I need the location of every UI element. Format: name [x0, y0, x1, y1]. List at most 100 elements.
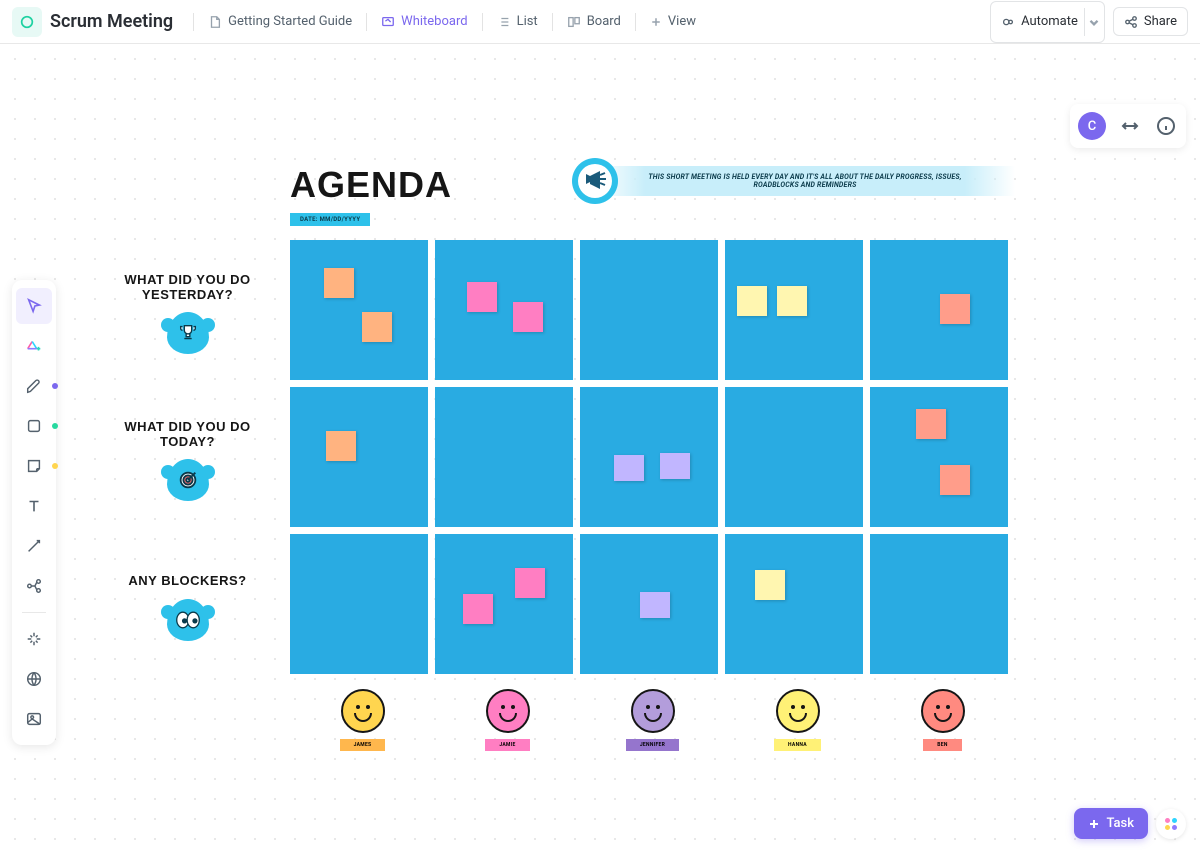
- megaphone-icon: [570, 156, 620, 206]
- tool-ai-sparkle[interactable]: [16, 621, 52, 657]
- grid-cell[interactable]: [725, 534, 863, 674]
- grid-cell[interactable]: [290, 387, 428, 527]
- grid-cell[interactable]: [290, 534, 428, 674]
- grid-cell[interactable]: [870, 387, 1008, 527]
- grid-cell[interactable]: [580, 387, 718, 527]
- date-tag[interactable]: DATE: MM/DD/YYYY: [290, 213, 370, 226]
- sticky-note[interactable]: [755, 570, 785, 600]
- folder-icon[interactable]: [12, 7, 42, 37]
- trophy-icon: [167, 312, 209, 354]
- page-title[interactable]: Scrum Meeting: [50, 11, 173, 32]
- tab-label: View: [668, 14, 696, 29]
- chevron-down-icon[interactable]: [1084, 8, 1104, 36]
- share-button[interactable]: Share: [1113, 7, 1188, 36]
- tab-label: List: [517, 14, 538, 29]
- row-label: WHAT DID YOU DO YESTERDAY?: [105, 240, 270, 387]
- sticky-note[interactable]: [324, 268, 354, 298]
- grid-cell[interactable]: [290, 240, 428, 380]
- tab-getting-started[interactable]: Getting Started Guide: [196, 8, 364, 35]
- sticky-note[interactable]: [660, 453, 690, 479]
- callout-banner[interactable]: THIS SHORT MEETING IS HELD EVERY DAY AND…: [595, 166, 1015, 196]
- sticky-note[interactable]: [513, 302, 543, 332]
- sticky-note[interactable]: [940, 294, 970, 324]
- sticky-note[interactable]: [362, 312, 392, 342]
- tab-label: Whiteboard: [401, 14, 467, 29]
- grid-cell[interactable]: [435, 387, 573, 527]
- tool-pen[interactable]: [16, 368, 52, 404]
- tool-ai-shapes[interactable]: [16, 328, 52, 364]
- task-button[interactable]: Task: [1074, 808, 1148, 839]
- person-name[interactable]: HANNA: [774, 739, 821, 751]
- person: JAMIE: [435, 689, 580, 751]
- person-name[interactable]: BEN: [923, 739, 961, 751]
- sticky-note[interactable]: [326, 431, 356, 461]
- board-content: AGENDA DATE: MM/DD/YYYY THIS SHORT MEETI…: [105, 164, 1015, 226]
- divider: [366, 13, 367, 31]
- scrum-grid: [290, 240, 1008, 674]
- automate-label: Automate: [1021, 14, 1078, 29]
- grid-cell[interactable]: [725, 387, 863, 527]
- person: JAMES: [290, 689, 435, 751]
- sticky-note[interactable]: [467, 282, 497, 312]
- fit-width-icon[interactable]: [1118, 114, 1142, 138]
- eyes-icon: [167, 599, 209, 641]
- topbar-right: Automate Share: [990, 1, 1188, 43]
- grid-cell[interactable]: [580, 534, 718, 674]
- avatar[interactable]: C: [1078, 112, 1106, 140]
- grid-cell[interactable]: [870, 534, 1008, 674]
- grid-cell[interactable]: [580, 240, 718, 380]
- sticky-note[interactable]: [940, 465, 970, 495]
- tool-mindmap[interactable]: [16, 568, 52, 604]
- tool-separator: [22, 612, 46, 613]
- grid-cell[interactable]: [870, 240, 1008, 380]
- sticky-note[interactable]: [777, 286, 807, 316]
- tool-select[interactable]: [16, 288, 52, 324]
- canvas-controls: C: [1070, 104, 1186, 148]
- tool-image[interactable]: [16, 701, 52, 737]
- grid-cell[interactable]: [435, 534, 573, 674]
- sticky-note[interactable]: [640, 592, 670, 618]
- smiley-icon: [921, 689, 965, 733]
- person-name[interactable]: JAMES: [340, 739, 386, 751]
- grid-cell[interactable]: [435, 240, 573, 380]
- smiley-icon: [486, 689, 530, 733]
- person-name[interactable]: JAMIE: [485, 739, 529, 751]
- person: HANNA: [725, 689, 870, 751]
- sticky-note[interactable]: [916, 409, 946, 439]
- tab-board[interactable]: Board: [555, 8, 633, 35]
- people-row: JAMES JAMIE JENNIFER HANNA BEN: [290, 689, 1015, 751]
- divider: [482, 13, 483, 31]
- tab-add-view[interactable]: View: [638, 8, 708, 35]
- sticky-note[interactable]: [614, 455, 644, 481]
- divider: [552, 13, 553, 31]
- person: BEN: [870, 689, 1015, 751]
- topbar: Scrum Meeting Getting Started Guide Whit…: [0, 0, 1200, 44]
- divider: [193, 13, 194, 31]
- smiley-icon: [631, 689, 675, 733]
- target-icon: [167, 459, 209, 501]
- person: JENNIFER: [580, 689, 725, 751]
- sticky-note[interactable]: [737, 286, 767, 316]
- view-tabs: Getting Started Guide Whiteboard List Bo…: [193, 8, 708, 35]
- tool-connector[interactable]: [16, 528, 52, 564]
- whiteboard-canvas[interactable]: C AGENDA DATE: MM/DD/YYYY THIS SHORT MEE…: [0, 44, 1200, 853]
- row-label: ANY BLOCKERS?: [105, 534, 270, 681]
- smiley-icon: [776, 689, 820, 733]
- info-icon[interactable]: [1154, 114, 1178, 138]
- tool-text[interactable]: [16, 488, 52, 524]
- tool-palette: [12, 280, 56, 745]
- tool-sticky[interactable]: [16, 448, 52, 484]
- person-name[interactable]: JENNIFER: [626, 739, 679, 751]
- tab-list[interactable]: List: [485, 8, 550, 35]
- share-label: Share: [1144, 14, 1177, 29]
- sticky-note[interactable]: [515, 568, 545, 598]
- tool-web[interactable]: [16, 661, 52, 697]
- grid-cell[interactable]: [725, 240, 863, 380]
- apps-icon[interactable]: [1156, 809, 1186, 839]
- sticky-note[interactable]: [463, 594, 493, 624]
- tab-label: Board: [587, 14, 621, 29]
- tool-shape[interactable]: [16, 408, 52, 444]
- tab-label: Getting Started Guide: [228, 14, 352, 29]
- automate-button[interactable]: Automate: [990, 1, 1105, 43]
- tab-whiteboard[interactable]: Whiteboard: [369, 8, 479, 35]
